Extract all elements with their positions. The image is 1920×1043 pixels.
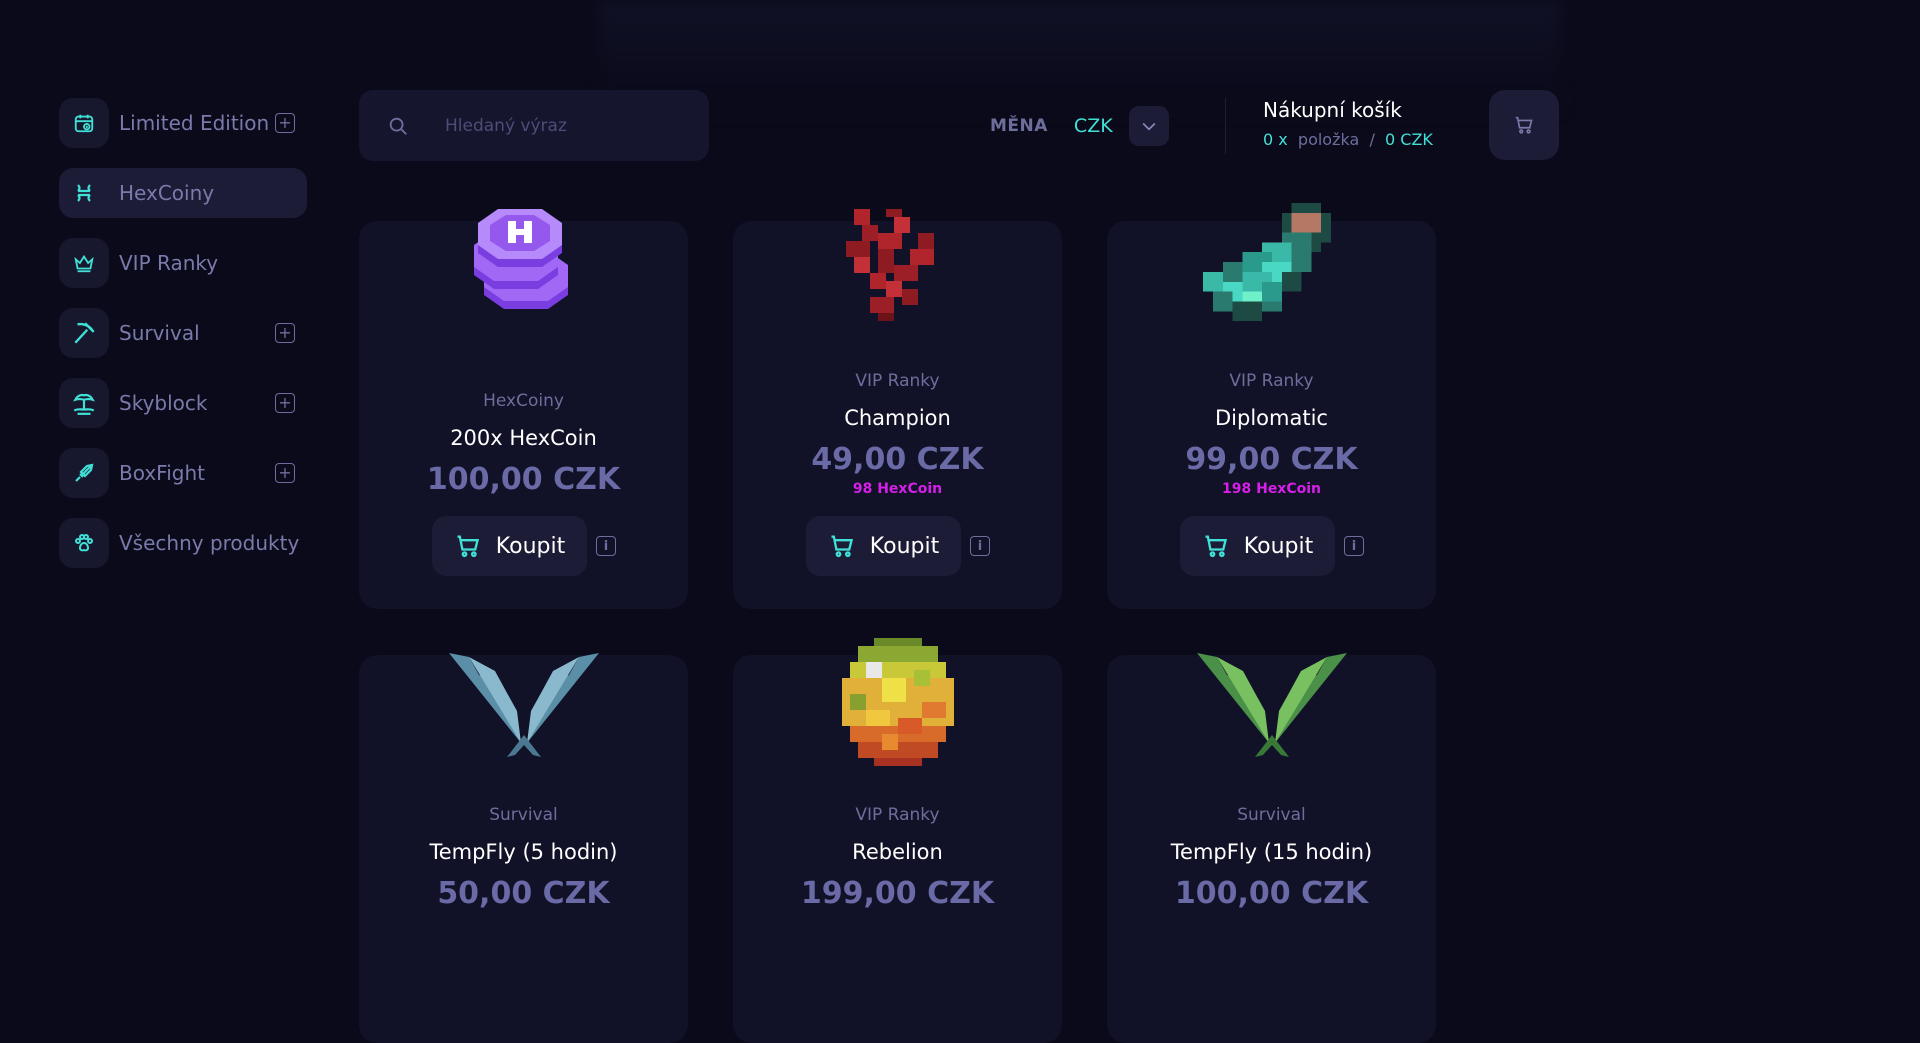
product-card-tempfly-15[interactable]: Survival TempFly (15 hodin) 100,00 CZK [1107, 653, 1436, 1043]
cart-icon [1515, 116, 1533, 134]
expand-icon[interactable]: + [275, 463, 295, 483]
search-bar[interactable] [359, 90, 709, 161]
sidebar-item-label: Limited Edition [119, 111, 270, 135]
buy-button-label: Koupit [869, 533, 940, 559]
calendar-clock-icon [59, 98, 109, 148]
sidebar-item-label: Skyblock [119, 391, 208, 415]
cart-icon [1202, 532, 1230, 560]
currency-selector: MĚNA CZK [990, 106, 1169, 146]
product-price: 49,00 CZK [811, 442, 984, 477]
sidebar-item-label: Všechny produkty [119, 531, 300, 555]
cart-unit: položka [1297, 130, 1360, 149]
sidebar-item-vsechny-produkty[interactable]: Všechny produkty [59, 518, 307, 568]
cart-count: 0 x [1263, 130, 1288, 149]
info-icon[interactable]: i [596, 536, 616, 556]
sidebar-item-vip-ranky[interactable]: VIP Ranky [59, 238, 307, 288]
hexcoin-stack-icon [444, 199, 604, 339]
search-input[interactable] [445, 115, 675, 136]
currency-value[interactable]: CZK [1074, 115, 1113, 137]
product-category: VIP Ranky [1229, 371, 1314, 391]
product-price: 99,00 CZK [1185, 442, 1358, 477]
header-divider [1225, 98, 1226, 154]
shop-page: Limited Edition + HexCoiny VIP Ranky Sur… [0, 0, 1920, 1043]
sidebar-item-label: HexCoiny [119, 181, 215, 205]
cart-status: 0 x položka / 0 CZK [1263, 130, 1433, 149]
expand-icon[interactable]: + [275, 323, 295, 343]
product-hexcoin-price: 98 HexCoin [852, 481, 943, 497]
fire-orb-icon [834, 638, 962, 766]
chevron-down-icon [1142, 122, 1156, 131]
blue-wings-icon [448, 643, 599, 759]
product-price: 199,00 CZK [800, 876, 995, 911]
search-icon [387, 115, 409, 137]
teal-sword-icon [1202, 203, 1342, 331]
cart-title: Nákupní košík [1263, 98, 1402, 122]
sidebar-item-survival[interactable]: Survival + [59, 308, 307, 358]
info-icon[interactable]: i [1344, 536, 1364, 556]
buy-button-label: Koupit [1243, 533, 1314, 559]
product-price: 100,00 CZK [426, 462, 621, 497]
sidebar-item-skyblock[interactable]: Skyblock + [59, 378, 307, 428]
cart-summary: Nákupní košík 0 x položka / 0 CZK [1263, 98, 1433, 149]
product-card-diplomatic[interactable]: VIP Ranky Diplomatic 99,00 CZK 198 HexCo… [1107, 203, 1436, 609]
product-name: TempFly (5 hodin) [429, 840, 618, 864]
cart-total: 0 CZK [1385, 130, 1433, 149]
product-card-tempfly-5[interactable]: Survival TempFly (5 hodin) 50,00 CZK [359, 653, 688, 1043]
cart-icon [828, 532, 856, 560]
palm-island-icon [59, 378, 109, 428]
product-card-rebelion[interactable]: VIP Ranky Rebelion 199,00 CZK [733, 638, 1062, 1043]
cart-separator: / [1369, 130, 1375, 149]
expand-icon[interactable]: + [275, 393, 295, 413]
product-name: Rebelion [852, 840, 943, 864]
product-hexcoin-price: 198 HexCoin [1222, 481, 1321, 497]
sidebar-item-label: Survival [119, 321, 200, 345]
product-name: 200x HexCoin [450, 426, 597, 450]
buy-button[interactable]: Koupit [806, 516, 961, 576]
green-wings-icon [1196, 643, 1347, 759]
sidebar-item-limited-edition[interactable]: Limited Edition + [59, 98, 307, 148]
red-coral-icon [845, 209, 950, 325]
product-card-200x-hexcoin[interactable]: HexCoiny 200x HexCoin 100,00 CZK Koupit … [359, 209, 688, 609]
sword-icon [59, 448, 109, 498]
product-name: Champion [844, 406, 951, 430]
currency-dropdown-button[interactable] [1128, 106, 1169, 146]
category-sidebar: Limited Edition + HexCoiny VIP Ranky Sur… [59, 98, 307, 588]
crown-icon [59, 238, 109, 288]
sidebar-item-label: BoxFight [119, 461, 205, 485]
paw-icon [59, 518, 109, 568]
product-category: VIP Ranky [855, 805, 940, 825]
product-card-champion[interactable]: VIP Ranky Champion 49,00 CZK 98 HexCoin … [733, 209, 1062, 609]
buy-button[interactable]: Koupit [1180, 516, 1335, 576]
product-name: TempFly (15 hodin) [1170, 840, 1373, 864]
cart-button[interactable] [1489, 90, 1559, 160]
product-category: VIP Ranky [855, 371, 940, 391]
product-category: HexCoiny [483, 391, 564, 411]
product-name: Diplomatic [1215, 406, 1328, 430]
sidebar-item-hexcoiny[interactable]: HexCoiny [59, 168, 307, 218]
product-category: Survival [1237, 805, 1306, 825]
cart-icon [454, 532, 482, 560]
pickaxe-icon [59, 308, 109, 358]
hexcoin-icon [59, 168, 109, 218]
product-price: 50,00 CZK [437, 876, 610, 911]
buy-button-label: Koupit [495, 533, 566, 559]
info-icon[interactable]: i [970, 536, 990, 556]
product-category: Survival [489, 805, 558, 825]
sidebar-item-boxfight[interactable]: BoxFight + [59, 448, 307, 498]
product-price: 100,00 CZK [1174, 876, 1369, 911]
currency-label: MĚNA [990, 116, 1048, 136]
sidebar-item-label: VIP Ranky [119, 251, 219, 275]
buy-button[interactable]: Koupit [432, 516, 587, 576]
expand-icon[interactable]: + [275, 113, 295, 133]
